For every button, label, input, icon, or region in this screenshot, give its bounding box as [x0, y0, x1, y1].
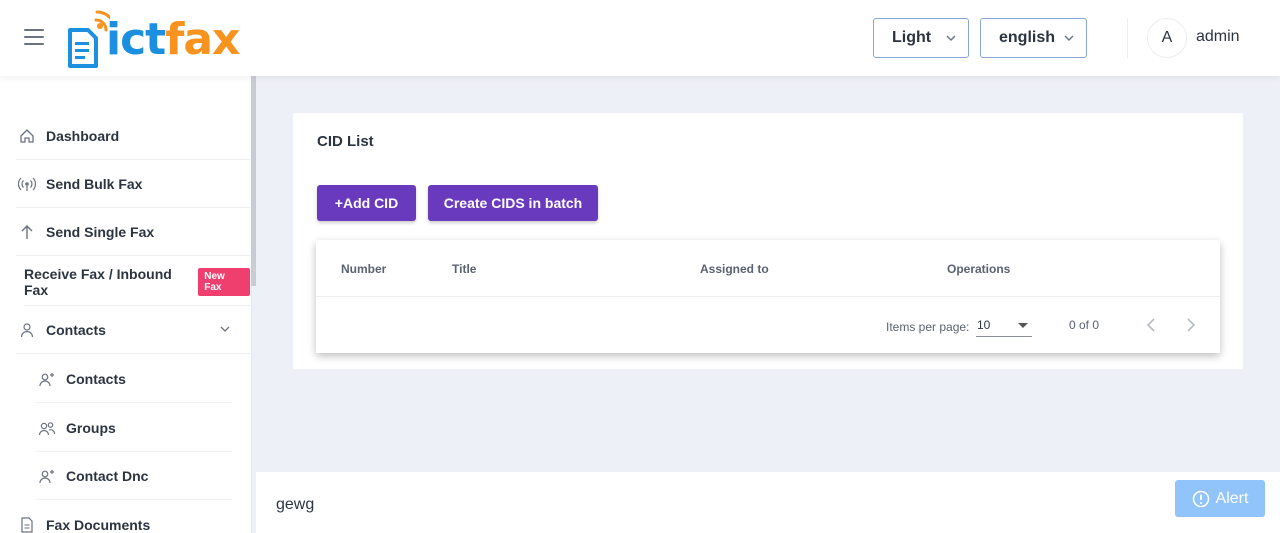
person-icon	[18, 321, 36, 339]
page-title: CID List	[317, 133, 374, 150]
sidebar-item-label: Dashboard	[46, 127, 120, 144]
sidebar-item-contacts-group[interactable]: Contacts	[16, 306, 250, 354]
cid-table: Number Title Assigned to Operations Item…	[316, 240, 1220, 353]
sidebar-item-label: Contacts	[66, 370, 126, 387]
header-divider	[1127, 18, 1128, 58]
sidebar-scrollbar[interactable]	[251, 76, 256, 286]
pagination-range: 0 of 0	[1069, 318, 1100, 332]
column-header-title[interactable]: Title	[452, 262, 476, 276]
sidebar-item-dashboard[interactable]: Dashboard	[16, 112, 250, 160]
sidebar: Dashboard Send Bulk Fax Send Single Fax …	[0, 76, 256, 533]
home-icon	[18, 127, 36, 145]
footer: gewg	[256, 472, 1280, 533]
alert-button-label: Alert	[1215, 489, 1249, 507]
sidebar-item-contacts[interactable]: Contacts	[36, 355, 232, 403]
menu-icon[interactable]	[24, 29, 44, 45]
sidebar-item-label: Fax Documents	[46, 517, 151, 533]
person-add-icon	[38, 370, 56, 388]
chevron-down-icon	[946, 35, 956, 41]
cid-list-card: CID List +Add CID Create CIDS in batch N…	[293, 113, 1243, 369]
language-select[interactable]: english	[980, 18, 1087, 58]
previous-page-button[interactable]	[1140, 314, 1162, 336]
table-divider	[316, 296, 1220, 297]
sidebar-item-label: Contact Dnc	[66, 467, 149, 484]
fax-document-icon	[68, 10, 110, 68]
group-icon	[38, 419, 56, 437]
broadcast-icon	[18, 175, 36, 193]
dropdown-arrow-icon	[1018, 323, 1028, 328]
arrow-up-icon	[18, 223, 36, 241]
sidebar-item-label: Send Bulk Fax	[46, 175, 143, 192]
add-cid-button[interactable]: +Add CID	[317, 185, 416, 221]
alert-icon	[1192, 490, 1210, 508]
sidebar-item-label: Contacts	[46, 321, 106, 338]
sidebar-item-contact-dnc[interactable]: Contact Dnc	[36, 452, 232, 500]
items-per-page-label: Items per page:	[886, 320, 970, 334]
theme-select[interactable]: Light	[873, 18, 969, 58]
sidebar-item-send-single-fax[interactable]: Send Single Fax	[16, 208, 250, 256]
sidebar-item-label: Send Single Fax	[46, 223, 155, 240]
sidebar-item-label: Groups	[66, 419, 116, 436]
sidebar-item-receive-fax[interactable]: Receive Fax / Inbound Fax New Fax	[24, 258, 250, 306]
person-add-icon	[38, 467, 56, 485]
document-icon	[18, 516, 36, 533]
avatar[interactable]: A	[1147, 18, 1187, 58]
app-logo[interactable]: ictfax	[66, 6, 286, 70]
create-cids-batch-button[interactable]: Create CIDS in batch	[428, 185, 598, 221]
footer-text: gewg	[276, 496, 315, 513]
username[interactable]: admin	[1196, 28, 1240, 46]
logo-text: ictfax	[106, 14, 240, 65]
chevron-down-icon	[1064, 35, 1074, 41]
top-header: ictfax Light english A admin	[0, 0, 1280, 76]
column-header-assigned-to[interactable]: Assigned to	[700, 262, 769, 276]
items-per-page-value: 10	[977, 318, 991, 332]
chevron-left-icon	[1146, 318, 1155, 332]
sidebar-item-fax-documents[interactable]: Fax Documents	[16, 501, 250, 533]
chevron-right-icon	[1187, 318, 1196, 332]
column-header-number[interactable]: Number	[341, 262, 386, 276]
items-per-page-select[interactable]: 10	[976, 315, 1032, 337]
chevron-down-icon	[220, 326, 230, 332]
theme-select-value: Light	[892, 29, 932, 46]
next-page-button[interactable]	[1180, 314, 1202, 336]
column-header-operations: Operations	[947, 262, 1011, 276]
sidebar-item-groups[interactable]: Groups	[36, 404, 232, 452]
alert-button[interactable]: Alert	[1175, 480, 1265, 517]
language-select-value: english	[999, 29, 1056, 46]
new-fax-badge: New Fax	[198, 267, 250, 296]
sidebar-item-send-bulk-fax[interactable]: Send Bulk Fax	[16, 160, 250, 208]
sidebar-item-label: Receive Fax / Inbound Fax	[24, 265, 172, 298]
